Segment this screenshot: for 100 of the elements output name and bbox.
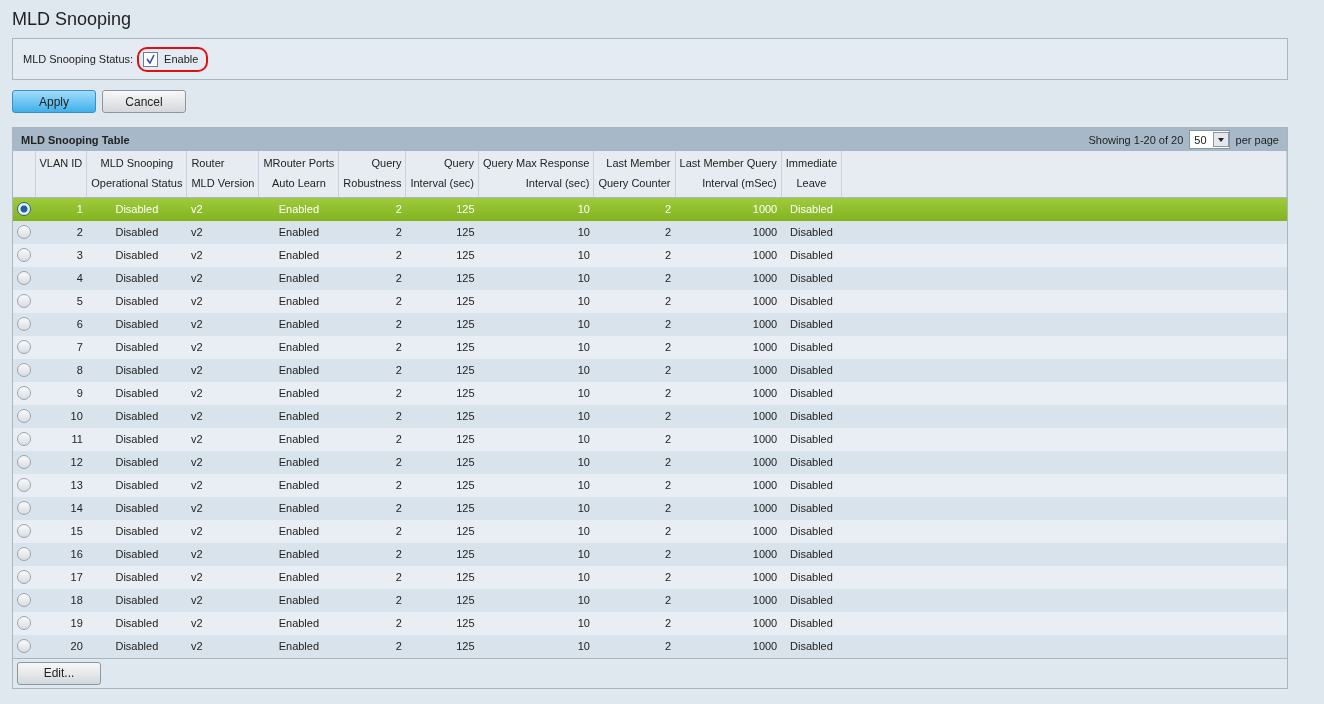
table-cell: 2 — [338, 611, 406, 635]
table-cell: 125 — [405, 197, 479, 221]
table-cell: 10 — [478, 588, 594, 612]
row-radio[interactable] — [17, 593, 31, 608]
enable-checkbox[interactable] — [143, 51, 159, 67]
row-radio[interactable] — [17, 340, 31, 355]
table-cell: Disabled — [781, 496, 842, 520]
row-radio[interactable] — [17, 570, 31, 585]
table-cell: 1000 — [675, 588, 782, 612]
table-cell: Disabled — [86, 634, 187, 658]
table-cell: v2 — [186, 220, 259, 244]
table-cell: 12 — [35, 450, 87, 474]
table-cell: Disabled — [781, 634, 842, 658]
table-cell: 2 — [593, 358, 676, 382]
table-cell: v2 — [186, 473, 259, 497]
table-cell: v2 — [186, 381, 259, 405]
table-cell: Disabled — [781, 312, 842, 336]
row-radio[interactable] — [17, 386, 31, 401]
table-cell: 17 — [35, 565, 87, 589]
table-row[interactable]: 9 Disabled v2 Enabled 2 125 10 2 1000 Disabled — [13, 381, 1287, 405]
table-cell: v2 — [186, 358, 259, 382]
table-cell: 13 — [35, 473, 87, 497]
row-radio[interactable] — [17, 202, 31, 217]
row-radio[interactable] — [17, 547, 31, 562]
row-radio[interactable] — [17, 409, 31, 424]
table-cell: v2 — [186, 634, 259, 658]
table-cell: 125 — [405, 588, 479, 612]
table-cell: 1000 — [675, 243, 782, 267]
column-header: MLD Snooping Operational Status — [86, 151, 187, 198]
table-cell: 1000 — [675, 197, 782, 221]
table-cell: 1000 — [675, 381, 782, 405]
table-cell: 10 — [478, 519, 594, 543]
column-header: MRouter Ports Auto Learn — [258, 151, 339, 198]
table-cell: 125 — [405, 519, 479, 543]
table-row[interactable]: 18 Disabled v2 Enabled 2 125 10 2 1000 Disabled — [13, 588, 1287, 612]
table-cell: Enabled — [258, 220, 339, 244]
table-row[interactable]: 3 Disabled v2 Enabled 2 125 10 2 1000 Disabled — [13, 243, 1287, 267]
apply-button[interactable]: Apply — [12, 90, 96, 113]
table-cell: v2 — [186, 197, 259, 221]
cancel-button[interactable]: Cancel — [102, 90, 186, 113]
table-cell: Disabled — [86, 588, 187, 612]
table-row[interactable]: 13 Disabled v2 Enabled 2 125 10 2 1000 Disabled — [13, 473, 1287, 497]
table-row[interactable]: 16 Disabled v2 Enabled 2 125 10 2 1000 Disabled — [13, 542, 1287, 566]
column-header: Router MLD Version — [186, 151, 259, 198]
status-label: MLD Snooping Status: — [23, 53, 134, 65]
row-radio[interactable] — [17, 432, 31, 447]
table-cell: Enabled — [258, 243, 339, 267]
table-cell: Disabled — [86, 243, 187, 267]
table-cell: 10 — [478, 450, 594, 474]
table-cell: 2 — [593, 496, 676, 520]
table-row[interactable]: 5 Disabled v2 Enabled 2 125 10 2 1000 Disabled — [13, 289, 1287, 313]
column-header: Last Member Query Counter — [593, 151, 676, 198]
row-radio[interactable] — [17, 478, 31, 493]
table-row[interactable]: 4 Disabled v2 Enabled 2 125 10 2 1000 Disabled — [13, 266, 1287, 290]
table-cell: 1000 — [675, 427, 782, 451]
table-cell: 1000 — [675, 473, 782, 497]
table-cell: Disabled — [86, 358, 187, 382]
table-cell: v2 — [186, 335, 259, 359]
row-radio[interactable] — [17, 294, 31, 309]
table-cell: 10 — [478, 542, 594, 566]
table-row[interactable]: 6 Disabled v2 Enabled 2 125 10 2 1000 Disabled — [13, 312, 1287, 336]
table-row[interactable]: 20 Disabled v2 Enabled 2 125 10 2 1000 Disabled — [13, 634, 1287, 658]
table-cell: 7 — [35, 335, 87, 359]
row-radio[interactable] — [17, 639, 31, 654]
table-cell: 125 — [405, 450, 479, 474]
row-radio[interactable] — [17, 248, 31, 263]
table-cell: 2 — [338, 197, 406, 221]
table-row[interactable]: 7 Disabled v2 Enabled 2 125 10 2 1000 Disabled — [13, 335, 1287, 359]
table-row[interactable]: 8 Disabled v2 Enabled 2 125 10 2 1000 Disabled — [13, 358, 1287, 382]
table-cell: 2 — [593, 427, 676, 451]
table-row[interactable]: 19 Disabled v2 Enabled 2 125 10 2 1000 Disabled — [13, 611, 1287, 635]
table-cell: 14 — [35, 496, 87, 520]
table-cell: Disabled — [781, 565, 842, 589]
page-size-select[interactable]: 50 — [1189, 130, 1230, 149]
table-row[interactable]: 15 Disabled v2 Enabled 2 125 10 2 1000 Disabled — [13, 519, 1287, 543]
table-cell: 10 — [478, 197, 594, 221]
row-radio[interactable] — [17, 363, 31, 378]
table-row[interactable]: 14 Disabled v2 Enabled 2 125 10 2 1000 Disabled — [13, 496, 1287, 520]
row-radio[interactable] — [17, 455, 31, 470]
table-cell: Enabled — [258, 611, 339, 635]
table-cell: 2 — [593, 634, 676, 658]
table-row[interactable]: 12 Disabled v2 Enabled 2 125 10 2 1000 Disabled — [13, 450, 1287, 474]
table-row[interactable]: 17 Disabled v2 Enabled 2 125 10 2 1000 Disabled — [13, 565, 1287, 589]
table-cell: Enabled — [258, 335, 339, 359]
edit-button[interactable]: Edit... — [17, 661, 101, 685]
table-row[interactable]: 10 Disabled v2 Enabled 2 125 10 2 1000 Disabled — [13, 404, 1287, 428]
row-radio[interactable] — [17, 501, 31, 516]
table-cell: Disabled — [86, 542, 187, 566]
table-row[interactable]: 11 Disabled v2 Enabled 2 125 10 2 1000 Disabled — [13, 427, 1287, 451]
table-cell: Disabled — [86, 496, 187, 520]
table-cell: 2 — [338, 496, 406, 520]
table-cell: Disabled — [86, 312, 187, 336]
row-radio[interactable] — [17, 317, 31, 332]
row-radio[interactable] — [17, 524, 31, 539]
row-radio[interactable] — [17, 225, 31, 240]
table-cell: Enabled — [258, 496, 339, 520]
row-radio[interactable] — [17, 271, 31, 286]
column-header: Immediate Leave — [781, 151, 842, 198]
table-row[interactable]: 2 Disabled v2 Enabled 2 125 10 2 1000 Disabled — [13, 220, 1287, 244]
row-radio[interactable] — [17, 616, 31, 631]
